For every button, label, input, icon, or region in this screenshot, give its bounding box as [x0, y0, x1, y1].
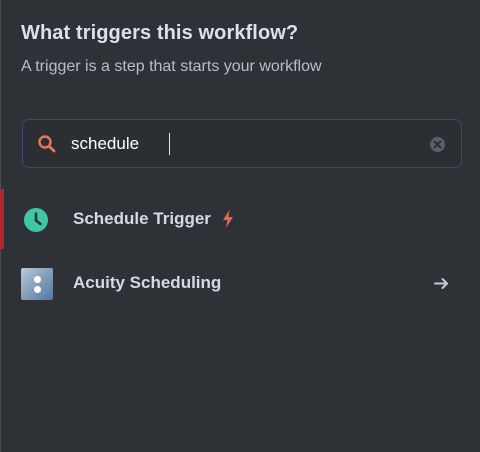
search-box[interactable]: [22, 119, 462, 168]
result-item-acuity-scheduling[interactable]: Acuity Scheduling: [1, 253, 480, 313]
text-cursor: [169, 133, 170, 155]
result-label: Acuity Scheduling: [73, 273, 222, 292]
search-icon: [38, 135, 56, 153]
acuity-scheduling-logo: [21, 268, 53, 300]
clear-icon[interactable]: [429, 136, 446, 153]
clock-icon: [24, 208, 48, 232]
arrow-right-icon[interactable]: [433, 275, 450, 292]
page-title: What triggers this workflow?: [21, 22, 299, 44]
search-input[interactable]: [71, 132, 411, 156]
result-label: Schedule Trigger: [73, 209, 211, 228]
page-subtitle: A trigger is a step that starts your wor…: [21, 58, 322, 75]
result-item-schedule-trigger[interactable]: Schedule Trigger: [0, 189, 480, 249]
trigger-panel: What triggers this workflow? A trigger i…: [0, 0, 480, 452]
lightning-bolt-icon: [223, 210, 233, 228]
